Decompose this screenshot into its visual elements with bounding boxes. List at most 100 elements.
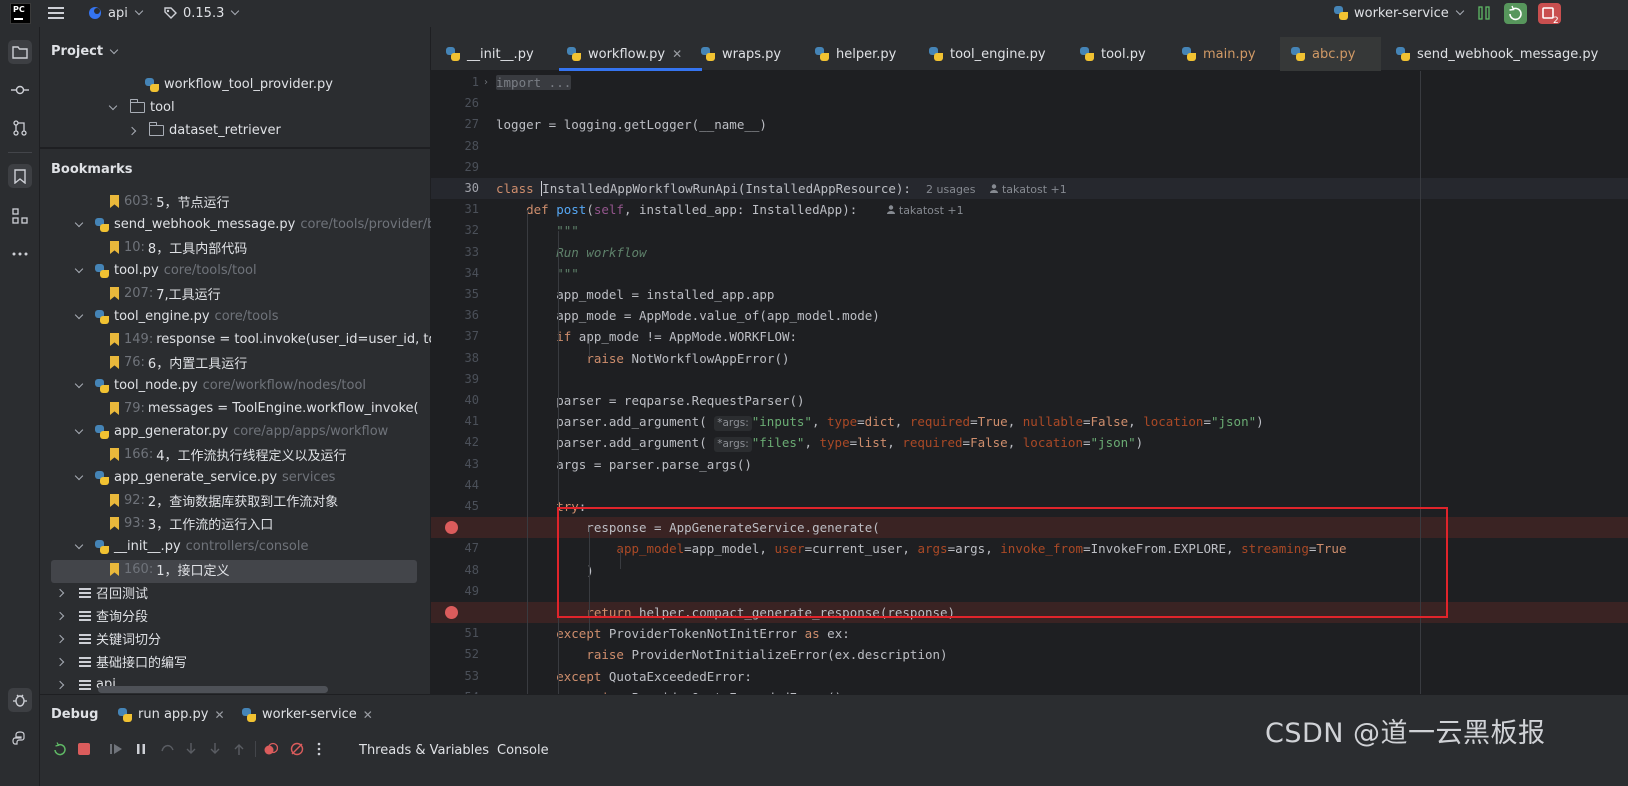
code-line[interactable]: 1 › import ... xyxy=(431,72,1628,93)
tree-item-folder[interactable]: tool xyxy=(108,96,175,119)
bookmark-file-group[interactable]: tool_engine.py core/tools xyxy=(74,305,278,328)
main-menu-icon[interactable] xyxy=(48,5,66,21)
more-tools-button[interactable] xyxy=(8,242,32,266)
code-line[interactable]: 28 xyxy=(431,136,1628,157)
bookmark-item[interactable]: 166: 4，工作流执行线程定义以及运行 xyxy=(110,443,346,466)
code-line[interactable]: 53 except QuotaExceededError: xyxy=(431,666,1628,687)
bookmarks-hscrollbar[interactable] xyxy=(98,686,328,693)
code-line[interactable]: 43 args = parser.parse_args() xyxy=(431,454,1628,475)
code-line[interactable]: 37 if app_mode != AppMode.WORKFLOW: xyxy=(431,326,1628,347)
pause-icon[interactable] xyxy=(1477,6,1491,20)
bookmark-file-group[interactable]: tool_node.py core/workflow/nodes/tool xyxy=(74,374,366,397)
bookmarks-tool-button[interactable] xyxy=(8,164,32,188)
editor-tab[interactable]: send_webhook_message.py xyxy=(1396,37,1598,71)
code-line[interactable]: 39 xyxy=(431,369,1628,390)
editor-tab[interactable]: __init__.py xyxy=(446,37,534,71)
code-line[interactable]: 26 xyxy=(431,93,1628,114)
rerun-button[interactable] xyxy=(1504,3,1527,24)
code-line[interactable]: 27 logger = logging.getLogger(__name__) xyxy=(431,114,1628,135)
editor-tab[interactable]: tool.py xyxy=(1080,37,1146,71)
bookmark-item[interactable]: 79: messages = ToolEngine.workflow_invoke… xyxy=(110,397,419,420)
pull-requests-tool-button[interactable] xyxy=(8,116,32,140)
structure-tool-button[interactable] xyxy=(8,204,32,228)
mute-breakpoints-icon[interactable] xyxy=(290,742,304,756)
author-hint[interactable]: takatost +1 xyxy=(887,200,964,221)
fold-expand-icon[interactable]: › xyxy=(484,72,488,93)
close-icon[interactable]: ✕ xyxy=(672,47,682,61)
editor-tab[interactable]: helper.py xyxy=(815,37,896,71)
code-line[interactable]: 38 raise NotWorkflowAppError() xyxy=(431,348,1628,369)
code-line[interactable]: 54 raise ProviderQuotaExceededError() xyxy=(431,687,1628,694)
breakpoint-icon[interactable] xyxy=(445,521,458,535)
debug-tool-button[interactable] xyxy=(8,688,32,712)
editor-tab[interactable]: main.py xyxy=(1182,37,1256,71)
bookmark-list-group[interactable]: 关键词切分 xyxy=(55,627,161,650)
more-vertical-icon[interactable] xyxy=(316,742,330,756)
bookmark-item[interactable]: 76: 6，内置工具运行 xyxy=(110,351,247,374)
bookmark-item[interactable]: 207: 7,工具运行 xyxy=(110,282,221,305)
editor-tab[interactable]: wraps.py xyxy=(701,37,781,71)
close-icon[interactable]: ✕ xyxy=(215,708,225,722)
bookmark-item[interactable]: 149: response = tool.invoke(user_id=user_… xyxy=(110,328,463,351)
bookmark-file-group[interactable]: send_webhook_message.py core/tools/provid… xyxy=(74,213,460,236)
bookmark-list-group[interactable]: 查询分段 xyxy=(55,604,148,627)
code-line[interactable]: 51 except ProviderTokenNotInitError as e… xyxy=(431,623,1628,644)
step-out-icon[interactable] xyxy=(232,742,246,756)
project-switcher[interactable]: api xyxy=(88,4,144,22)
editor-tab[interactable]: abc.py xyxy=(1291,37,1355,71)
code-line[interactable]: 31 def post(self, installed_app: Install… xyxy=(431,199,1628,220)
editor-tab[interactable]: tool_engine.py xyxy=(929,37,1046,71)
project-tool-button[interactable] xyxy=(8,40,32,64)
view-breakpoints-icon[interactable] xyxy=(264,742,278,756)
bookmark-item[interactable]: 603: 5，节点运行 xyxy=(110,190,229,213)
debug-tab-run-app[interactable]: run app.py ✕ xyxy=(118,707,225,722)
stop-icon[interactable] xyxy=(77,742,91,756)
step-over-icon[interactable] xyxy=(161,742,175,756)
bookmark-file-group[interactable]: app_generate_service.py services xyxy=(74,466,335,489)
code-line[interactable]: 33 Run workflow xyxy=(431,242,1628,263)
rerun-icon[interactable] xyxy=(52,742,66,756)
breakpoint-icon[interactable] xyxy=(445,606,458,619)
bookmark-list-group[interactable]: 召回测试 xyxy=(55,581,148,604)
bookmark-item[interactable]: 93: 3，工作流的运行入口 xyxy=(110,512,273,535)
commit-tool-button[interactable] xyxy=(8,78,32,102)
code-line[interactable]: 29 xyxy=(431,157,1628,178)
usages-hint[interactable]: 2 usages xyxy=(926,179,975,200)
code-line[interactable]: 34 """ xyxy=(431,263,1628,284)
pycharm-logo-icon[interactable]: PC xyxy=(10,3,31,24)
bookmark-file-group[interactable]: tool.py core/tools/tool xyxy=(74,259,257,282)
tree-item-file[interactable]: workflow_tool_provider.py xyxy=(145,73,333,96)
code-line[interactable]: 36 app_mode = AppMode.value_of(app_model… xyxy=(431,305,1628,326)
bookmark-file-group[interactable]: __init__.py controllers/console xyxy=(74,535,309,558)
bookmark-item[interactable]: 160: 1，接口定义 xyxy=(110,558,229,581)
tab-threads-variables[interactable]: Threads & Variables xyxy=(359,743,489,758)
python-console-tool-button[interactable] xyxy=(8,727,32,751)
step-into-icon[interactable] xyxy=(184,742,198,756)
bookmark-list-group[interactable]: 基础接口的编写 xyxy=(55,650,188,673)
code-line[interactable]: 30 class InstalledAppWorkflowRunApi(Insta… xyxy=(431,178,1628,199)
code-line[interactable]: 52 raise ProviderNotInitializeError(ex.d… xyxy=(431,644,1628,665)
branch-switcher[interactable]: 0.15.3 xyxy=(163,4,240,22)
code-line[interactable]: 41 parser.add_argument( *args: "inputs", … xyxy=(431,411,1628,432)
close-icon[interactable]: ✕ xyxy=(363,708,373,722)
code-line[interactable]: 32 """ xyxy=(431,220,1628,241)
author-hint[interactable]: takatost +1 xyxy=(990,179,1067,200)
pause-icon[interactable] xyxy=(134,742,148,756)
bookmark-item[interactable]: 92: 2，查询数据库获取到工作流对象 xyxy=(110,489,338,512)
code-line[interactable]: 40 parser = reqparse.RequestParser() xyxy=(431,390,1628,411)
code-line[interactable]: 44 xyxy=(431,475,1628,496)
debug-tab-worker-service[interactable]: worker-service ✕ xyxy=(242,707,373,722)
resume-icon[interactable] xyxy=(109,742,123,756)
run-config-selector[interactable]: worker-service xyxy=(1334,4,1465,22)
step-into-my-code-icon[interactable] xyxy=(208,742,222,756)
stop-button[interactable]: 2 xyxy=(1538,3,1561,26)
code-line[interactable]: 42 parser.add_argument( *args: "files", t… xyxy=(431,432,1628,453)
tab-console[interactable]: Console xyxy=(497,743,549,758)
tree-item-folder[interactable]: dataset_retriever xyxy=(127,119,281,142)
bookmark-group-name: 基础接口的编写 xyxy=(96,656,188,671)
code-line[interactable]: 35 app_model = installed_app.app xyxy=(431,284,1628,305)
editor-tab[interactable]: workflow.py ✕ xyxy=(558,37,703,71)
bookmark-file-group[interactable]: app_generator.py core/app/apps/workflow xyxy=(74,420,388,443)
bookmark-item[interactable]: 10: 8，工具内部代码 xyxy=(110,236,247,259)
project-panel-title[interactable]: Project xyxy=(51,44,119,59)
